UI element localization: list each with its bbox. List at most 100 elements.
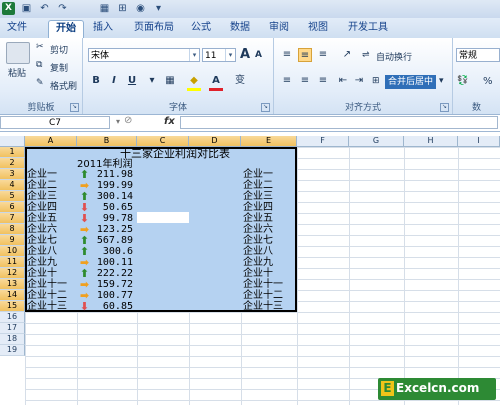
label-cell[interactable]: 企业十二 bbox=[243, 290, 283, 301]
row-header-18[interactable]: 18 bbox=[0, 334, 25, 345]
row-header-14[interactable]: 14 bbox=[0, 290, 25, 301]
company-cell[interactable]: 企业八 bbox=[27, 246, 57, 257]
profit-value-cell[interactable]: 60.85 bbox=[80, 301, 133, 312]
font-name-select[interactable]: 宋体 ▾ bbox=[88, 48, 200, 62]
grow-font-button[interactable]: A bbox=[240, 47, 250, 62]
label-cell[interactable]: 企业十三 bbox=[243, 301, 283, 312]
decrease-indent-icon[interactable]: ⇤ bbox=[336, 74, 350, 88]
company-cell[interactable]: 企业六 bbox=[27, 224, 57, 235]
borders-icon[interactable]: ▦ bbox=[163, 74, 177, 88]
cut-icon[interactable]: ✂ bbox=[36, 42, 44, 52]
name-box[interactable]: C7 bbox=[0, 116, 110, 129]
clipboard-launcher-icon[interactable]: ↘ bbox=[70, 103, 79, 112]
company-cell[interactable]: 企业三 bbox=[27, 191, 57, 202]
excel-app-icon[interactable]: X bbox=[2, 2, 15, 15]
row-header-13[interactable]: 13 bbox=[0, 279, 25, 290]
label-cell[interactable]: 企业五 bbox=[243, 213, 273, 224]
company-cell[interactable]: 企业九 bbox=[27, 257, 57, 268]
fill-color-icon[interactable]: ◆ bbox=[187, 74, 201, 88]
expand-icon[interactable]: ▾ bbox=[116, 117, 120, 126]
select-all-corner[interactable] bbox=[0, 136, 25, 147]
label-cell[interactable]: 企业六 bbox=[243, 224, 273, 235]
toggle-icon[interactable]: ◉ bbox=[134, 2, 147, 15]
increase-indent-icon[interactable]: ⇥ bbox=[352, 74, 366, 88]
percent-button[interactable]: % bbox=[483, 76, 493, 87]
row-header-1[interactable]: 1 bbox=[0, 147, 25, 158]
font-size-select[interactable]: 11 ▾ bbox=[202, 48, 236, 62]
tab-formulas[interactable]: 公式 bbox=[186, 20, 216, 38]
merge-center-icon[interactable]: ⊞ bbox=[372, 76, 380, 86]
column-header-a[interactable]: A bbox=[25, 136, 77, 147]
font-launcher-icon[interactable]: ↘ bbox=[261, 103, 270, 112]
company-cell[interactable]: 企业五 bbox=[27, 213, 57, 224]
column-header-b[interactable]: B bbox=[77, 136, 137, 147]
paste-icon[interactable] bbox=[6, 42, 30, 64]
cut-button[interactable]: 剪切 bbox=[50, 43, 68, 56]
company-cell[interactable]: 企业十二 bbox=[27, 290, 67, 301]
format-painter-icon[interactable]: ✎ bbox=[36, 78, 44, 88]
company-cell[interactable]: 企业二 bbox=[27, 180, 57, 191]
company-cell[interactable]: 企业十一 bbox=[27, 279, 67, 290]
label-cell[interactable]: 企业七 bbox=[243, 235, 273, 246]
row-header-19[interactable]: 19 bbox=[0, 345, 25, 356]
row-header-2[interactable]: 2 bbox=[0, 158, 25, 169]
row-header-15[interactable]: 15 bbox=[0, 301, 25, 312]
format-painter-button[interactable]: 格式刷 bbox=[50, 79, 77, 92]
row-header-12[interactable]: 12 bbox=[0, 268, 25, 279]
tab-home[interactable]: 开始 bbox=[48, 20, 84, 39]
label-cell[interactable]: 企业十 bbox=[243, 268, 273, 279]
label-cell[interactable]: 企业十一 bbox=[243, 279, 283, 290]
column-header-g[interactable]: G bbox=[349, 136, 404, 147]
label-cell[interactable]: 企业一 bbox=[243, 169, 273, 180]
row-header-11[interactable]: 11 bbox=[0, 257, 25, 268]
column-header-i[interactable]: I bbox=[458, 136, 500, 147]
save-icon[interactable]: ▣ bbox=[20, 2, 33, 15]
tab-view[interactable]: 视图 bbox=[303, 20, 333, 38]
dropdown-icon[interactable]: ▾ bbox=[152, 2, 165, 15]
row-header-16[interactable]: 16 bbox=[0, 312, 25, 323]
company-cell[interactable]: 企业四 bbox=[27, 202, 57, 213]
number-format-select[interactable]: 常规 bbox=[456, 48, 500, 62]
align-right-icon[interactable]: ≡ bbox=[316, 74, 330, 88]
row-header-8[interactable]: 8 bbox=[0, 224, 25, 235]
paste-button[interactable]: 粘贴 bbox=[8, 66, 26, 79]
company-cell[interactable]: 企业十三 bbox=[27, 301, 67, 312]
row-header-5[interactable]: 5 bbox=[0, 191, 25, 202]
row-header-17[interactable]: 17 bbox=[0, 323, 25, 334]
wrap-text-button[interactable]: 自动换行 bbox=[376, 50, 412, 63]
row-header-9[interactable]: 9 bbox=[0, 235, 25, 246]
font-color-button[interactable]: A bbox=[209, 74, 223, 88]
cancel-icon[interactable]: ⊘ bbox=[124, 115, 132, 126]
active-cell-c7[interactable] bbox=[137, 212, 189, 223]
phonetic-button[interactable]: 变 bbox=[233, 74, 247, 88]
undo-icon[interactable]: ↶ bbox=[38, 2, 51, 15]
align-top-icon[interactable]: ≡ bbox=[280, 48, 294, 62]
company-cell[interactable]: 企业十 bbox=[27, 268, 57, 279]
row-header-7[interactable]: 7 bbox=[0, 213, 25, 224]
currency-icon[interactable]: 💱 bbox=[457, 76, 468, 86]
copy-button[interactable]: 复制 bbox=[50, 61, 68, 74]
label-cell[interactable]: 企业九 bbox=[243, 257, 273, 268]
row-header-6[interactable]: 6 bbox=[0, 202, 25, 213]
insert-function-button[interactable]: fx bbox=[164, 116, 175, 127]
column-header-c[interactable]: C bbox=[137, 136, 189, 147]
column-header-f[interactable]: F bbox=[297, 136, 349, 147]
column-header-d[interactable]: D bbox=[189, 136, 241, 147]
grid-icon[interactable]: ▦ bbox=[98, 2, 111, 15]
formula-input[interactable] bbox=[180, 116, 498, 129]
tab-data[interactable]: 数据 bbox=[225, 20, 255, 38]
label-cell[interactable]: 企业三 bbox=[243, 191, 273, 202]
tab-page-layout[interactable]: 页面布局 bbox=[128, 20, 180, 38]
column-header-e[interactable]: E bbox=[241, 136, 297, 147]
merge-center-button[interactable]: 合并后居中 bbox=[385, 75, 437, 89]
column-header-h[interactable]: H bbox=[404, 136, 458, 147]
italic-button[interactable]: I bbox=[107, 74, 121, 88]
company-cell[interactable]: 企业七 bbox=[27, 235, 57, 246]
tab-file[interactable]: 文件 bbox=[2, 20, 32, 38]
tab-insert[interactable]: 插入 bbox=[88, 20, 118, 38]
align-left-icon[interactable]: ≡ bbox=[280, 74, 294, 88]
tab-review[interactable]: 审阅 bbox=[264, 20, 294, 38]
copy-icon[interactable]: ⧉ bbox=[36, 60, 42, 70]
row-header-3[interactable]: 3 bbox=[0, 169, 25, 180]
row-header-10[interactable]: 10 bbox=[0, 246, 25, 257]
